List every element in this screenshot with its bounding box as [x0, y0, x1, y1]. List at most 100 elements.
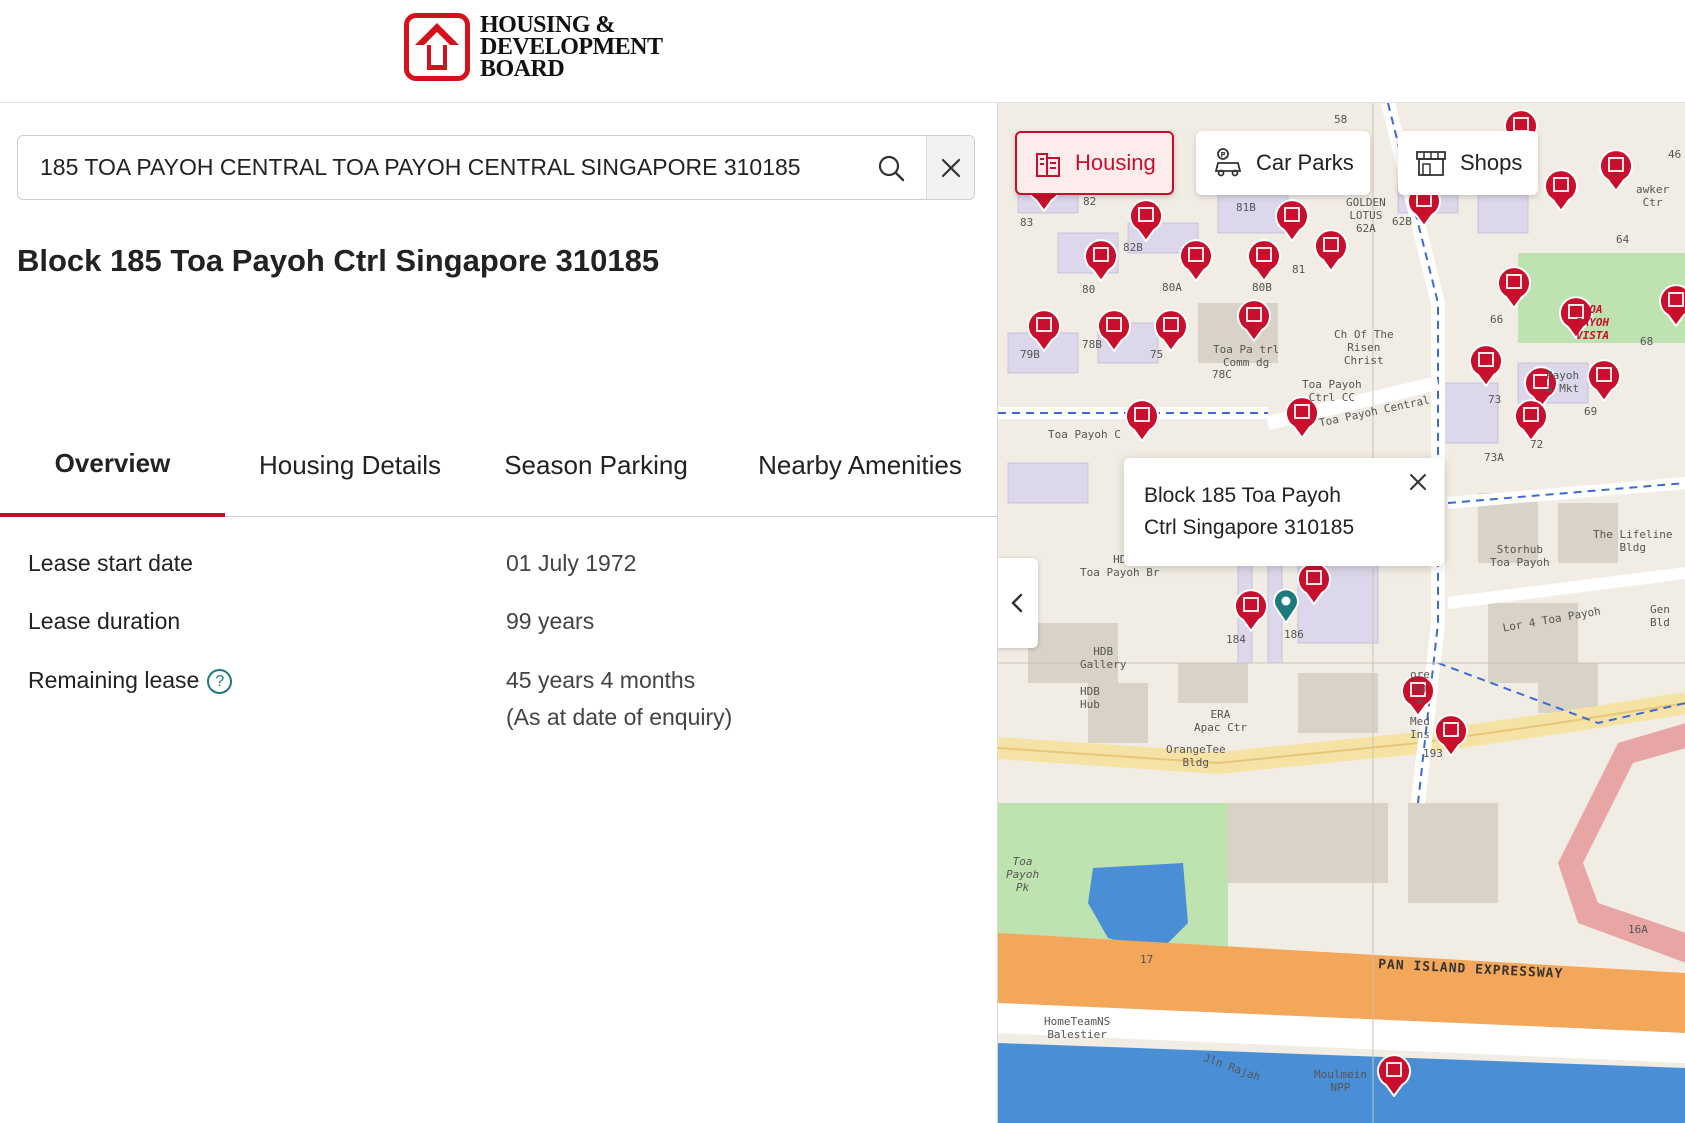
- search-button[interactable]: [856, 136, 926, 199]
- search-icon: [878, 155, 905, 181]
- chevron-left-icon: [1011, 593, 1023, 613]
- shop-icon: [1416, 151, 1446, 176]
- housing-pin[interactable]: [1543, 168, 1579, 212]
- housing-pin[interactable]: [1513, 398, 1549, 442]
- site-header: HOUSING & DEVELOPMENT BOARD: [0, 0, 1685, 103]
- filter-car-parks-label: Car Parks: [1256, 150, 1354, 175]
- filter-shops-button[interactable]: Shops: [1398, 131, 1539, 195]
- filter-housing-button[interactable]: Housing: [1015, 131, 1174, 195]
- housing-pin[interactable]: [1236, 298, 1272, 342]
- help-icon[interactable]: ?: [207, 669, 233, 695]
- block-number-label: 83: [1020, 216, 1034, 229]
- block-number-label: 72: [1530, 438, 1544, 451]
- block-number-label: 64: [1616, 233, 1630, 246]
- housing-pin[interactable]: [1128, 198, 1164, 242]
- detail-tabs: Overview Housing Details Season Parking …: [0, 413, 997, 517]
- housing-pin[interactable]: [1274, 198, 1310, 242]
- selected-location-marker[interactable]: [1272, 588, 1300, 624]
- housing-pin[interactable]: [1376, 1053, 1412, 1097]
- housing-pin[interactable]: [1586, 358, 1622, 402]
- map-label: Ch Of The Risen Christ: [1334, 328, 1394, 367]
- block-number-label: 69: [1584, 405, 1598, 418]
- svg-text:P: P: [1221, 151, 1226, 159]
- lease-duration-value: 99 years: [506, 608, 595, 634]
- address-search: [17, 135, 975, 200]
- tab-season-parking[interactable]: Season Parking: [496, 413, 696, 517]
- details-panel: Block 185 Toa Payoh Ctrl Singapore 31018…: [0, 103, 997, 1123]
- hdb-logo[interactable]: HOUSING & DEVELOPMENT BOARD: [404, 13, 663, 81]
- block-number-label: 79B: [1020, 348, 1040, 361]
- housing-pin[interactable]: [1124, 398, 1160, 442]
- remaining-lease-label-wrap: Remaining lease?: [28, 667, 233, 695]
- housing-pin[interactable]: [1026, 308, 1062, 352]
- housing-pin[interactable]: [1468, 343, 1504, 387]
- block-number-label: 66: [1490, 313, 1504, 326]
- building-icon: [1036, 153, 1060, 177]
- hdb-logo-text: HOUSING & DEVELOPMENT BOARD: [480, 12, 663, 82]
- lease-start-label: Lease start date: [28, 550, 193, 576]
- map-label: TOA PAYOH VISTA: [1576, 303, 1610, 342]
- search-input[interactable]: [18, 136, 856, 199]
- map-label: HomeTeamNS Balestier: [1044, 1015, 1111, 1041]
- block-number-label: 193: [1423, 747, 1443, 760]
- block-number-label: 80: [1082, 283, 1096, 296]
- filter-shops-label: Shops: [1460, 150, 1523, 175]
- map-label: The Lifeline Bldg: [1593, 528, 1673, 554]
- map-label: Gen Bld: [1650, 603, 1670, 629]
- remaining-lease-value: 45 years 4 months: [506, 667, 696, 693]
- tab-housing-details[interactable]: Housing Details: [240, 413, 460, 517]
- logo-line-1: HOUSING &: [480, 12, 615, 38]
- block-number-label: 46: [1668, 148, 1682, 161]
- map-label: Moulmein NPP: [1314, 1068, 1367, 1094]
- block-number-label: 58: [1334, 113, 1348, 126]
- tab-overview[interactable]: Overview: [0, 413, 225, 517]
- block-number-label: 73: [1488, 393, 1502, 406]
- popup-close-button[interactable]: [1404, 468, 1432, 496]
- remaining-lease-label: Remaining lease: [28, 667, 200, 693]
- collapse-panel-button[interactable]: [998, 558, 1038, 648]
- block-number-label: 68: [1640, 335, 1654, 348]
- block-number-label: 62B: [1392, 215, 1412, 228]
- map-label: awker Ctr: [1636, 183, 1670, 209]
- housing-pin[interactable]: [1178, 238, 1214, 282]
- popup-line-2: Ctrl Singapore 310185: [1144, 516, 1355, 539]
- housing-pin[interactable]: [1153, 308, 1189, 352]
- housing-pin[interactable]: [1313, 228, 1349, 272]
- housing-pin[interactable]: [1233, 588, 1269, 632]
- block-number-label: 81: [1292, 263, 1306, 276]
- housing-pin[interactable]: [1658, 283, 1685, 327]
- remaining-lease-note: (As at date of enquiry): [506, 704, 733, 730]
- popup-line-1: Block 185 Toa Payoh: [1144, 484, 1341, 507]
- filter-car-parks-button[interactable]: P Car Parks: [1196, 131, 1370, 195]
- map-label: Toa Payoh C: [1048, 428, 1121, 441]
- block-number-label: 80B: [1252, 281, 1272, 294]
- hdb-logo-icon: [404, 13, 470, 81]
- housing-pin[interactable]: [1296, 561, 1332, 605]
- block-number-label: 186: [1284, 628, 1304, 641]
- housing-pin[interactable]: [1246, 238, 1282, 282]
- logo-line-3: BOARD: [480, 56, 565, 82]
- map-label: HDB Gallery: [1080, 645, 1127, 671]
- location-popup: Block 185 Toa Payoh Ctrl Singapore 31018…: [1124, 458, 1444, 566]
- housing-pin[interactable]: [1496, 265, 1532, 309]
- map-label: Toa Pa trl Comm dg: [1213, 343, 1280, 369]
- clear-search-button[interactable]: [926, 136, 974, 199]
- block-number-label: 75: [1150, 348, 1164, 361]
- close-icon: [941, 158, 960, 177]
- housing-pin[interactable]: [1598, 148, 1634, 192]
- housing-pin[interactable]: [1083, 238, 1119, 282]
- map-view[interactable]: GOLDEN LOTUS 62A TOA PAYOH VISTA Ch Of The Ri…: [997, 103, 1685, 1123]
- block-title: Block 185 Toa Payoh Ctrl Singapore 31018…: [17, 243, 660, 278]
- block-number-label: 80A: [1162, 281, 1182, 294]
- map-label: GOLDEN LOTUS 62A: [1346, 196, 1386, 235]
- map-label: Toa Payoh Pk: [1006, 855, 1040, 894]
- lease-start-value: 01 July 1972: [506, 550, 637, 576]
- map-label: HDB Hub: [1080, 685, 1100, 711]
- map-label: OrangeTee Bldg: [1166, 743, 1226, 769]
- block-number-label: 82B: [1123, 241, 1143, 254]
- block-number-label: 82: [1083, 195, 1097, 208]
- tab-nearby-amenities[interactable]: Nearby Amenities: [740, 413, 980, 517]
- block-number-label: 73A: [1484, 451, 1504, 464]
- block-number-label: 17: [1140, 953, 1154, 966]
- map-label: Storhub Toa Payoh: [1490, 543, 1550, 569]
